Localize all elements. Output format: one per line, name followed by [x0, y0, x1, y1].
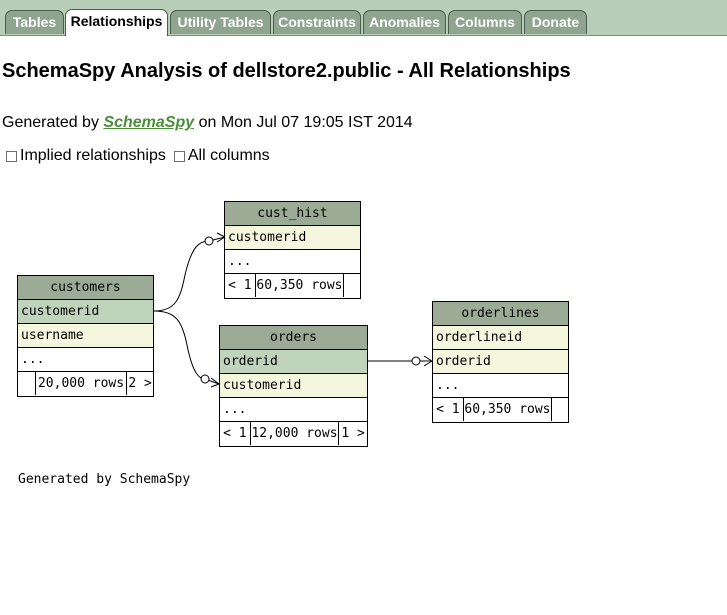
tab-bar: Tables Relationships Utility Tables Cons…: [0, 0, 727, 36]
column-username[interactable]: username: [18, 324, 153, 348]
table-name[interactable]: customers: [18, 276, 153, 300]
customers-to-cust-hist-edge: [153, 236, 226, 312]
table-customers: customers customerid username ... 20,000…: [17, 275, 154, 397]
table-footer: < 1 60,350 rows: [433, 398, 568, 422]
generated-date: on Mon Jul 07 19:05 IST 2014: [198, 114, 413, 131]
generated-prefix: Generated by: [2, 114, 99, 131]
more-columns: ...: [220, 398, 367, 422]
orders-optional-icon: [200, 374, 210, 384]
table-orderlines: orderlines orderlineid orderid ... < 1 6…: [432, 301, 569, 423]
table-orders: orders orderid customerid ... < 1 12,000…: [219, 325, 368, 447]
orderlines-crowfoot-icon: [423, 355, 433, 367]
tab-anomalies[interactable]: Anomalies: [363, 10, 446, 34]
table-name[interactable]: cust_hist: [225, 202, 360, 226]
cust-hist-optional-icon: [204, 236, 214, 246]
children-count[interactable]: [344, 274, 360, 297]
orders-crowfoot-icon: [210, 377, 220, 388]
row-count: 60,350 rows: [464, 398, 553, 421]
column-customerid[interactable]: customerid: [225, 226, 360, 250]
tab-tables[interactable]: Tables: [5, 10, 64, 34]
row-count: 20,000 rows: [36, 372, 128, 395]
all-columns-checkbox[interactable]: [173, 150, 185, 162]
table-cust-hist: cust_hist customerid ... < 1 60,350 rows: [224, 201, 361, 299]
column-customerid[interactable]: customerid: [220, 374, 367, 398]
parents-count[interactable]: < 1: [220, 422, 251, 445]
more-columns: ...: [225, 250, 360, 274]
generated-line: Generated by SchemaSpy on Mon Jul 07 19:…: [2, 114, 413, 132]
footer-note: Generated by SchemaSpy: [18, 472, 191, 487]
column-orderlineid[interactable]: orderlineid: [433, 326, 568, 350]
children-count[interactable]: [552, 398, 568, 421]
diagram-options: Implied relationships All columns: [4, 147, 276, 165]
row-count: 60,350 rows: [256, 274, 345, 297]
tab-donate[interactable]: Donate: [524, 10, 587, 34]
row-count: 12,000 rows: [251, 422, 340, 445]
column-orderid[interactable]: orderid: [433, 350, 568, 374]
column-customerid[interactable]: customerid: [18, 300, 153, 324]
more-columns: ...: [18, 348, 153, 372]
table-footer: < 1 12,000 rows 1 >: [220, 422, 367, 446]
table-footer: 20,000 rows 2 >: [18, 372, 153, 396]
children-count[interactable]: 2 >: [127, 372, 153, 395]
parents-count[interactable]: < 1: [225, 274, 256, 297]
more-columns: ...: [433, 374, 568, 398]
all-columns-label: All columns: [187, 147, 270, 164]
tab-constraints[interactable]: Constraints: [273, 10, 361, 34]
table-footer: < 1 60,350 rows: [225, 274, 360, 298]
implied-relationships-label: Implied relationships: [20, 147, 166, 164]
implied-relationships-option[interactable]: Implied relationships: [4, 147, 166, 165]
all-columns-option[interactable]: All columns: [172, 147, 270, 165]
table-name[interactable]: orders: [220, 326, 367, 350]
tab-utility-tables[interactable]: Utility Tables: [170, 10, 271, 34]
page-title: SchemaSpy Analysis of dellstore2.public …: [2, 60, 571, 82]
table-name[interactable]: orderlines: [433, 302, 568, 326]
customers-to-orders-edge: [153, 310, 220, 385]
parents-count[interactable]: < 1: [433, 398, 464, 421]
implied-relationships-checkbox[interactable]: [6, 150, 17, 162]
parents-count[interactable]: [18, 372, 36, 395]
tab-columns[interactable]: Columns: [448, 10, 522, 34]
schemaspy-link[interactable]: SchemaSpy: [103, 114, 194, 131]
tab-relationships[interactable]: Relationships: [65, 9, 168, 36]
column-orderid[interactable]: orderid: [220, 350, 367, 374]
children-count[interactable]: 1 >: [339, 422, 367, 445]
orderlines-optional-icon: [411, 356, 421, 366]
